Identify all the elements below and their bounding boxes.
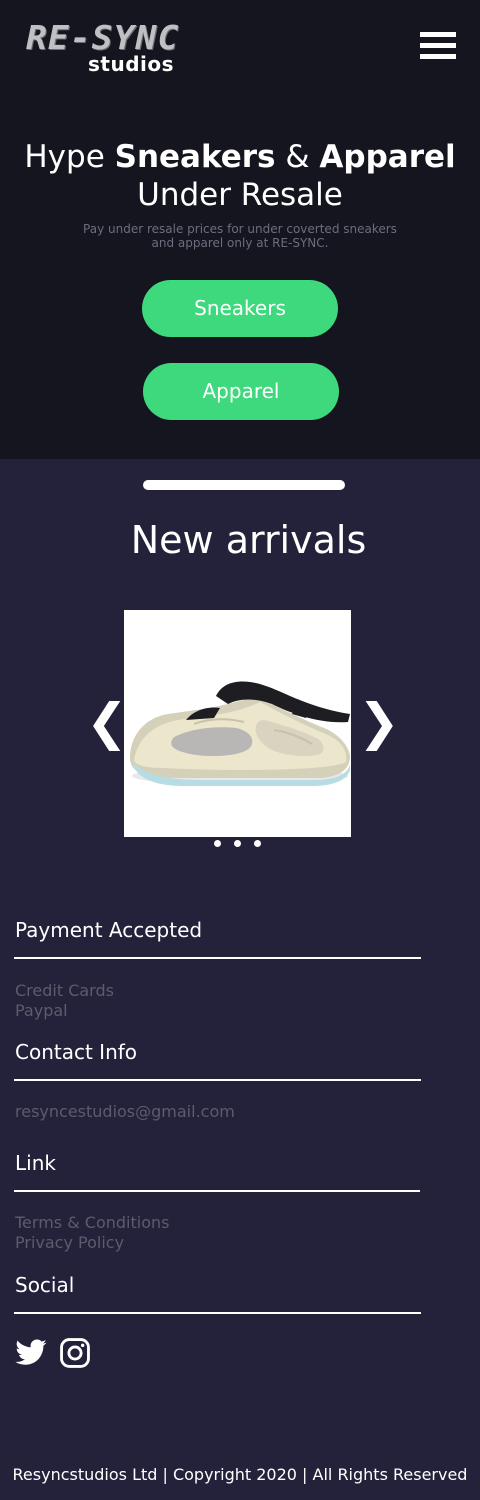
link-title: Link <box>15 1151 56 1175</box>
payment-accepted-title: Payment Accepted <box>15 918 203 942</box>
sneakers-button[interactable]: Sneakers <box>142 280 338 337</box>
logo[interactable]: RE-SYNC studios <box>26 20 242 80</box>
payment-item-paypal: Paypal <box>15 1001 68 1020</box>
sneaker-image <box>124 610 351 837</box>
carousel-dot[interactable] <box>234 840 241 847</box>
divider <box>14 957 421 959</box>
hero-headline: Hype Sneakers & Apparel Under Resale <box>24 139 456 213</box>
divider <box>14 1079 421 1081</box>
divider <box>14 1190 420 1192</box>
contact-info-title: Contact Info <box>15 1040 138 1064</box>
carousel-dot[interactable] <box>214 840 221 847</box>
terms-link[interactable]: Terms & Conditions <box>15 1213 169 1233</box>
hamburger-menu-icon[interactable] <box>420 32 456 60</box>
logo-subtitle: studios <box>88 52 175 76</box>
product-image[interactable] <box>124 610 351 837</box>
carousel-progress-bar <box>143 480 345 490</box>
carousel-next-button[interactable]: ❯ <box>358 694 400 750</box>
instagram-icon[interactable] <box>58 1336 92 1370</box>
social-title: Social <box>15 1273 75 1297</box>
hero-section: RE-SYNC studios Hype Sneakers & Apparel … <box>0 0 480 459</box>
contact-email-link[interactable]: resyncestudios@gmail.com <box>15 1102 235 1122</box>
divider <box>14 1312 421 1314</box>
privacy-link[interactable]: Privacy Policy <box>15 1233 124 1253</box>
hero-subtext: Pay under resale prices for under covert… <box>83 222 397 250</box>
logo-wordmark: RE-SYNC <box>26 18 180 57</box>
payment-item-credit-cards: Credit Cards <box>15 981 114 1000</box>
copyright-text: Resyncstudios Ltd | Copyright 2020 | All… <box>12 1465 468 1484</box>
carousel-prev-button[interactable]: ❮ <box>86 694 128 750</box>
twitter-icon[interactable] <box>14 1336 48 1370</box>
new-arrivals-title: New arrivals <box>130 518 367 562</box>
carousel-dots <box>212 840 264 848</box>
carousel-dot[interactable] <box>254 840 261 847</box>
apparel-button[interactable]: Apparel <box>143 363 339 420</box>
